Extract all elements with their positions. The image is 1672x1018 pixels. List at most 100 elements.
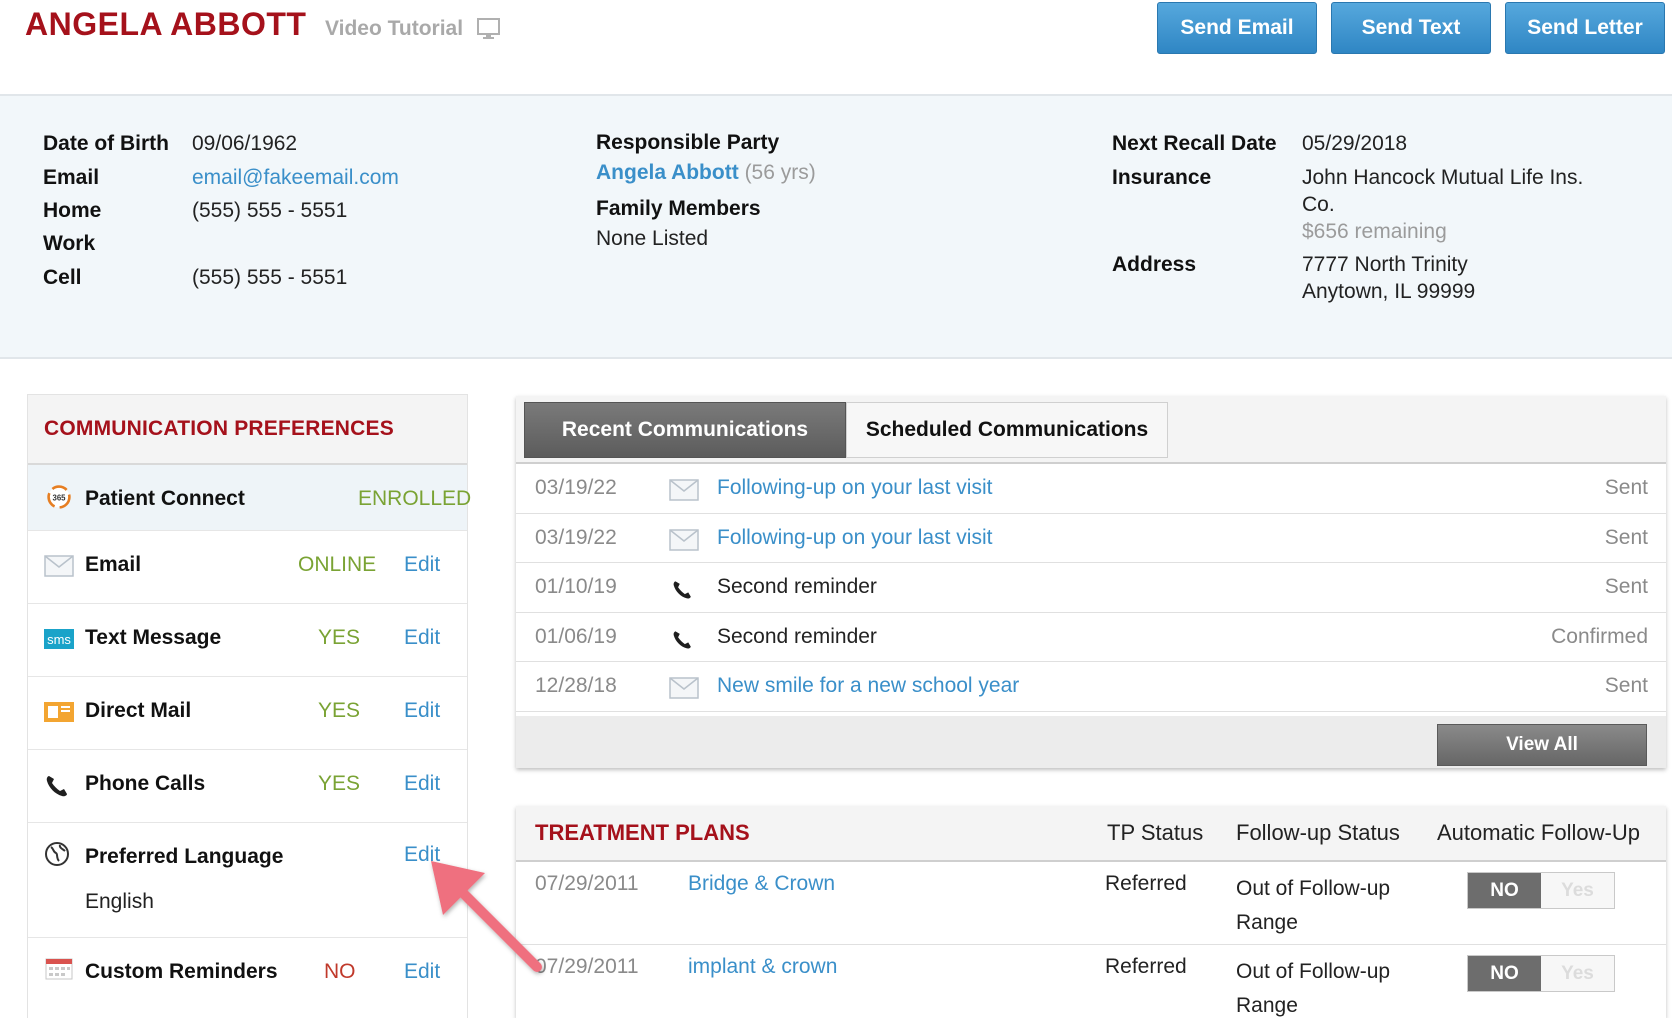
annotation-arrow-icon <box>431 861 542 972</box>
communication-preferences-title: COMMUNICATION PREFERENCES <box>28 395 467 465</box>
insurance-label: Insurance <box>1112 166 1212 189</box>
next-recall-label: Next Recall Date <box>1112 132 1277 155</box>
pref-row-text-message: sms Text Message YES Edit <box>28 604 467 677</box>
envelope-icon <box>669 677 699 699</box>
communication-status: Sent <box>1604 476 1648 499</box>
preferred-language-value: English <box>85 890 154 913</box>
follow-up-status: Out of Follow-up Range <box>1236 960 1391 1017</box>
family-members-value: None Listed <box>596 227 709 250</box>
communication-status: Confirmed <box>1551 624 1648 648</box>
communication-status: Sent <box>1604 525 1648 549</box>
patient-info-panel: Date of Birth 09/06/1962 Email email@fak… <box>0 94 1672 359</box>
communication-subject: Second reminder <box>717 624 877 648</box>
treatment-plans-title: TREATMENT PLANS <box>535 820 750 845</box>
custom-reminders-status: NO <box>324 960 356 983</box>
responsible-party-link[interactable]: Angela Abbott <box>596 161 739 184</box>
communication-date: 01/10/19 <box>535 575 617 598</box>
dob-label: Date of Birth <box>43 132 169 155</box>
treatment-plan-link[interactable]: implant & crown <box>688 955 837 979</box>
cell-phone: (555) 555 - 5551 <box>192 266 348 289</box>
responsible-party: Angela Abbott (56 yrs) <box>596 161 816 185</box>
address-line2: Anytown, IL 99999 <box>1302 280 1476 303</box>
calendar-icon <box>45 958 73 980</box>
pref-row-email: Email ONLINE Edit <box>28 531 467 604</box>
follow-up-status-header: Follow-up Status <box>1236 820 1400 845</box>
text-message-status: YES <box>318 626 361 649</box>
toggle-no[interactable]: NO <box>1468 956 1541 991</box>
tab-scheduled-communications[interactable]: Scheduled Communications <box>846 402 1168 458</box>
insurance-line1: John Hancock Mutual Life Ins. <box>1302 166 1584 189</box>
video-tutorial-link[interactable]: Video Tutorial <box>325 17 463 41</box>
envelope-icon <box>44 555 74 577</box>
toggle-no[interactable]: NO <box>1468 873 1541 908</box>
email-link[interactable]: email@fakeemail.com <box>192 166 399 190</box>
home-phone: (555) 555 - 5551 <box>192 199 348 222</box>
communication-row: 03/19/22 Following-up on your last visit… <box>516 464 1666 514</box>
communication-row: 12/28/18 New smile for a new school year… <box>516 662 1666 712</box>
communication-subject-link[interactable]: Following-up on your last visit <box>717 526 992 550</box>
patient-connect-icon: 365 <box>47 485 71 509</box>
phone-icon <box>673 630 691 649</box>
pref-label: Custom Reminders <box>85 960 278 983</box>
email-label: Email <box>43 166 100 189</box>
address-line1: 7777 North Trinity <box>1302 253 1468 276</box>
communications-footer: View All <box>516 716 1666 768</box>
home-label: Home <box>43 199 102 222</box>
automatic-follow-up-toggle[interactable]: NO Yes <box>1467 955 1615 992</box>
send-email-button[interactable]: Send Email <box>1157 2 1317 54</box>
responsible-party-age: (56 yrs) <box>744 161 816 184</box>
edit-text-message-link[interactable]: Edit <box>404 626 440 650</box>
communication-date: 01/06/19 <box>535 624 617 648</box>
pref-row-patient-connect: 365 Patient Connect ENROLLED <box>28 465 471 531</box>
edit-phone-calls-link[interactable]: Edit <box>404 772 440 796</box>
insurance-remaining: $656 remaining <box>1302 220 1447 243</box>
send-letter-button[interactable]: Send Letter <box>1505 2 1665 54</box>
tab-recent-communications[interactable]: Recent Communications <box>524 402 846 458</box>
pref-row-direct-mail: Direct Mail YES Edit <box>28 677 467 750</box>
phone-calls-status: YES <box>318 772 361 795</box>
communication-date: 03/19/22 <box>535 476 617 499</box>
pref-label: Direct Mail <box>85 699 192 722</box>
patient-name: ANGELA ABBOTT <box>25 6 307 42</box>
responsible-party-label: Responsible Party <box>596 131 780 154</box>
treatment-plan-link[interactable]: Bridge & Crown <box>688 872 835 896</box>
toggle-yes[interactable]: Yes <box>1541 956 1614 991</box>
treatment-plans-panel: TREATMENT PLANS TP Status Follow-up Stat… <box>516 806 1666 1018</box>
family-members-label: Family Members <box>596 197 761 220</box>
mail-icon <box>44 702 74 722</box>
patient-connect-icon-text: 365 <box>52 493 66 502</box>
pref-row-preferred-language: Preferred Language Edit English <box>28 823 467 938</box>
tp-status-header: TP Status <box>1107 820 1204 845</box>
globe-icon <box>45 842 69 866</box>
communication-status: Sent <box>1604 575 1648 598</box>
sms-icon-text: sms <box>47 632 71 647</box>
send-text-button[interactable]: Send Text <box>1331 2 1491 54</box>
address-label: Address <box>1112 253 1197 276</box>
monitor-icon[interactable] <box>477 18 500 40</box>
envelope-icon <box>669 528 699 551</box>
envelope-icon <box>669 479 699 501</box>
automatic-follow-up-toggle[interactable]: NO Yes <box>1467 872 1615 909</box>
cell-label: Cell <box>43 266 82 289</box>
communication-subject-link[interactable]: Following-up on your last visit <box>717 476 992 500</box>
phone-icon <box>46 776 67 797</box>
sms-icon: sms <box>44 629 74 649</box>
edit-direct-mail-link[interactable]: Edit <box>404 699 440 723</box>
communication-status: Sent <box>1604 674 1648 697</box>
treatment-plans-header: TREATMENT PLANS TP Status Follow-up Stat… <box>516 806 1666 862</box>
work-label: Work <box>43 232 96 255</box>
view-all-button[interactable]: View All <box>1437 724 1647 766</box>
email-status: ONLINE <box>298 553 377 576</box>
communication-preferences-panel: COMMUNICATION PREFERENCES 365 Patient Co… <box>27 394 471 1018</box>
pref-label: Patient Connect <box>85 487 245 510</box>
pref-label: Text Message <box>85 626 222 649</box>
toggle-yes[interactable]: Yes <box>1541 873 1614 908</box>
dob-value: 09/06/1962 <box>192 132 298 155</box>
pref-label: Phone Calls <box>85 772 206 795</box>
edit-email-link[interactable]: Edit <box>404 553 440 577</box>
treatment-plan-row: 07/29/2011 implant & crown Referred Out … <box>516 945 1666 1018</box>
next-recall-value: 05/29/2018 <box>1302 132 1408 155</box>
communication-subject-link[interactable]: New smile for a new school year <box>717 674 1019 698</box>
communication-row: 01/06/19 Second reminder Confirmed <box>516 613 1666 662</box>
pref-label: Preferred Language <box>85 845 284 868</box>
